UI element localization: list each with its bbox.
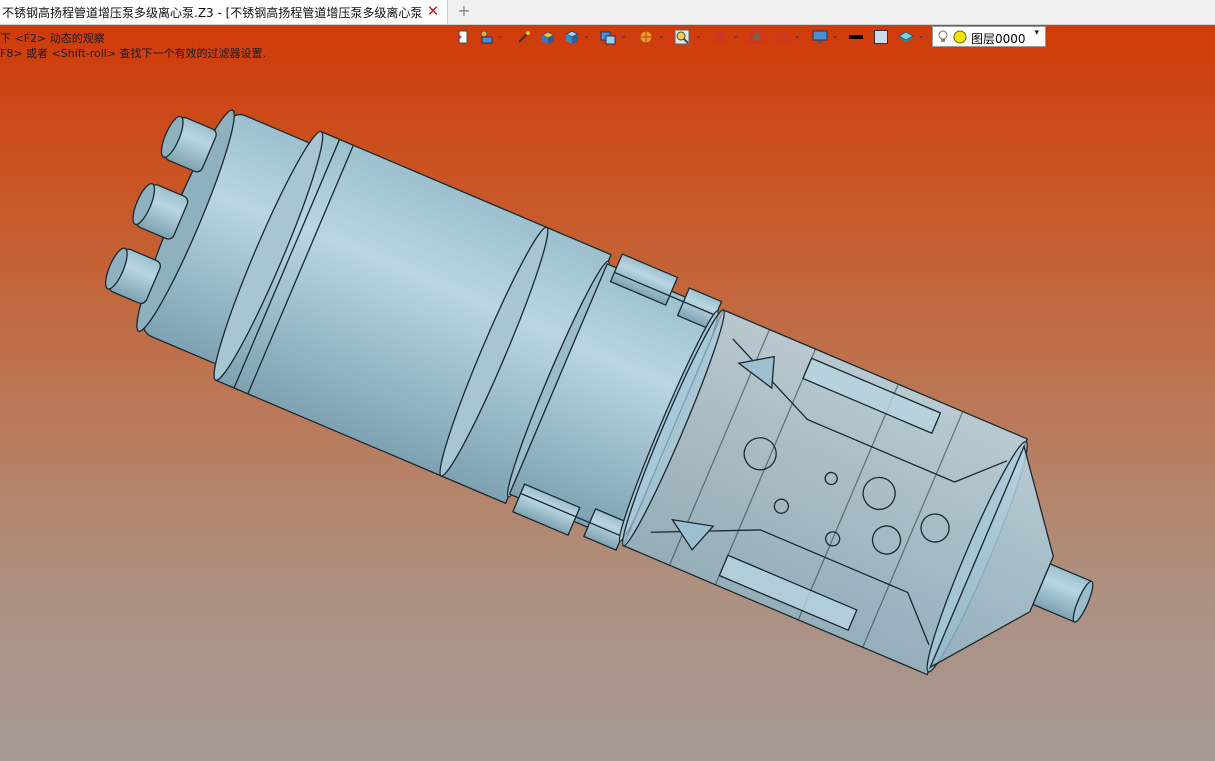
close-icon[interactable]: ✕ bbox=[425, 3, 441, 19]
pump-3d-model[interactable] bbox=[0, 25, 1215, 761]
document-tab-bar: 不锈钢高扬程管道增压泵多级离心泵.Z3 - [不锈钢高扬程管道增压泵多级离心泵]… bbox=[0, 0, 1215, 25]
document-tab[interactable]: 不锈钢高扬程管道增压泵多级离心泵.Z3 - [不锈钢高扬程管道增压泵多级离心泵]… bbox=[0, 0, 448, 24]
3d-viewport[interactable]: 下 <F2> 动态的观察 F8> 或者 <Shift-roll> 查找下一个有效… bbox=[0, 25, 1215, 761]
plus-icon[interactable]: + bbox=[456, 2, 472, 20]
document-tab-title: 不锈钢高扬程管道增压泵多级离心泵.Z3 - [不锈钢高扬程管道增压泵多级离心泵] bbox=[2, 5, 422, 20]
